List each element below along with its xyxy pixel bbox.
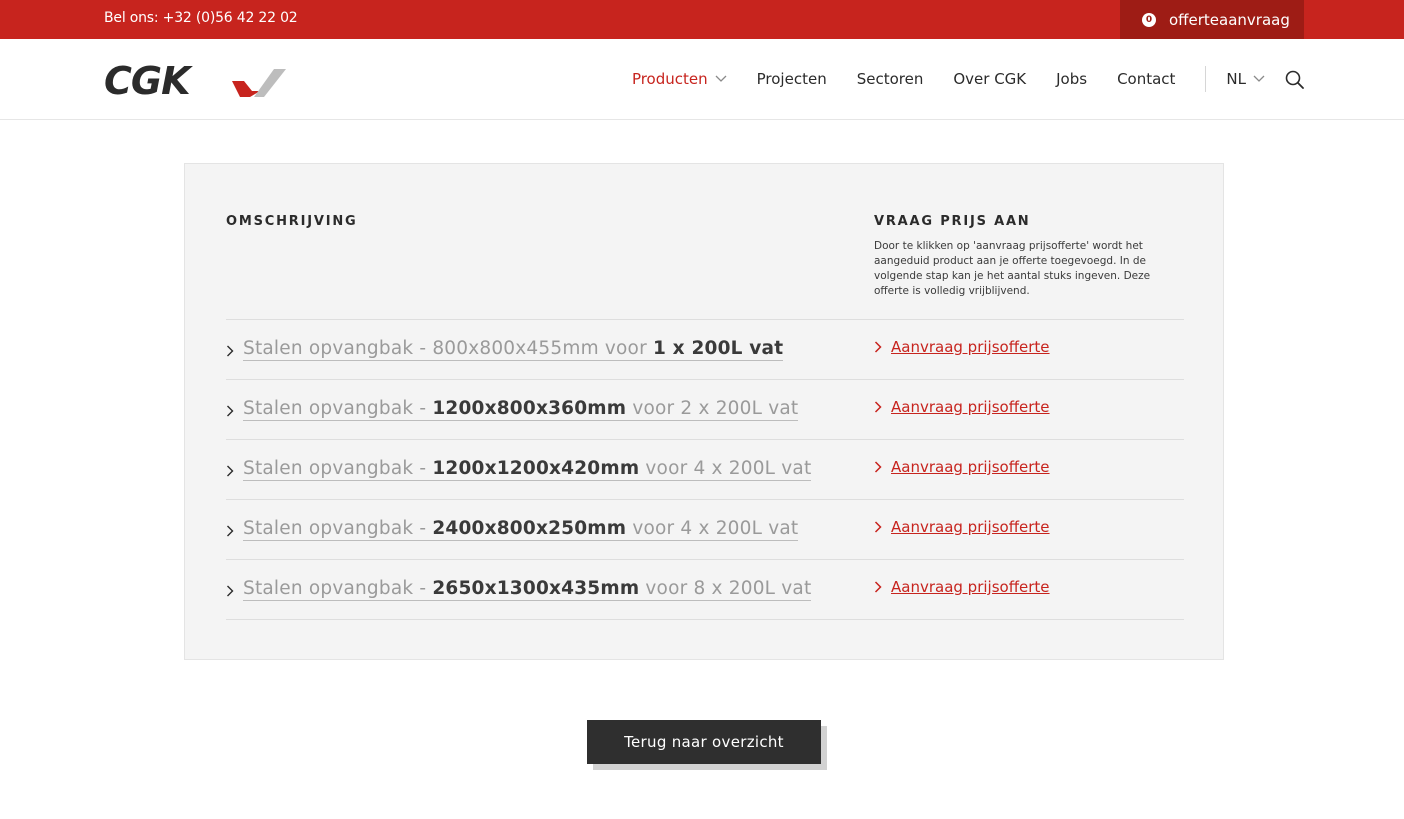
site-header: CGK Producten Projecten Sectoren Over CG… xyxy=(0,39,1404,120)
request-price-column-heading: VRAAG PRIJS AAN xyxy=(874,214,1031,229)
variant-title-link[interactable]: Stalen opvangbak - 2400x800x250mm voor 4… xyxy=(243,518,799,541)
variant-connector: voor xyxy=(626,398,681,419)
request-quote-link[interactable]: Aanvraag prijsofferte xyxy=(874,458,1050,476)
nav-item-over-cgk[interactable]: Over CGK xyxy=(953,70,1026,88)
quote-request-button[interactable]: 0 offerteaanvraag xyxy=(1120,0,1304,39)
variant-dimensions: 2650x1300x435mm xyxy=(432,578,640,599)
variant-prefix: Stalen opvangbak - xyxy=(243,578,433,599)
nav-item-label: Projecten xyxy=(756,70,827,88)
nav-item-jobs[interactable]: Jobs xyxy=(1056,70,1087,88)
table-row: Stalen opvangbak - 1200x800x360mm voor 2… xyxy=(226,380,1184,440)
chevron-right-icon xyxy=(227,345,234,357)
variant-capacity: 1 x 200L vat xyxy=(652,338,784,359)
variant-connector: voor xyxy=(598,338,653,359)
table-row: Stalen opvangbak - 1200x1200x420mm voor … xyxy=(226,440,1184,500)
nav-divider xyxy=(1205,66,1207,92)
variant-title-link[interactable]: Stalen opvangbak - 2650x1300x435mm voor … xyxy=(243,578,812,601)
variant-prefix: Stalen opvangbak - xyxy=(243,338,433,359)
chevron-right-icon xyxy=(227,405,234,417)
request-quote-label: Aanvraag prijsofferte xyxy=(891,458,1050,476)
back-to-overview-button[interactable]: Terug naar overzicht xyxy=(587,720,821,764)
cgk-logo[interactable]: CGK xyxy=(104,63,286,97)
chevron-right-icon xyxy=(874,581,882,593)
nav-item-producten[interactable]: Producten xyxy=(632,70,727,88)
nav-item-label: Over CGK xyxy=(953,70,1027,88)
chevron-right-icon xyxy=(874,521,882,533)
back-button-wrapper: Terug naar overzicht xyxy=(587,720,827,770)
variant-capacity: 8 x 200L vat xyxy=(693,578,812,599)
nav-item-sectoren[interactable]: Sectoren xyxy=(857,70,924,88)
variant-title-link[interactable]: Stalen opvangbak - 1200x1200x420mm voor … xyxy=(243,458,812,481)
main-navigation: Producten Projecten Sectoren Over CGK Jo… xyxy=(602,39,1304,119)
variant-capacity: 4 x 200L vat xyxy=(693,458,812,479)
variant-dimensions: 2400x800x250mm xyxy=(432,518,627,539)
description-column-heading: OMSCHRIJVING xyxy=(226,214,358,229)
variant-list: Stalen opvangbak - 800x800x455mm voor 1 … xyxy=(226,319,1184,620)
chevron-right-icon xyxy=(874,401,882,413)
chevron-right-icon xyxy=(227,525,234,537)
language-label: NL xyxy=(1226,70,1246,88)
nav-item-label: Producten xyxy=(631,70,708,88)
quote-request-label: offerteaanvraag xyxy=(1169,10,1290,29)
chevron-down-icon xyxy=(715,75,727,82)
request-quote-link[interactable]: Aanvraag prijsofferte xyxy=(874,578,1050,596)
search-icon[interactable] xyxy=(1285,70,1304,89)
chevron-down-icon xyxy=(1253,75,1265,82)
table-row: Stalen opvangbak - 800x800x455mm voor 1 … xyxy=(226,320,1184,380)
request-price-description: Door te klikken op 'aanvraag prijsoffert… xyxy=(874,240,1151,297)
logo-text: CGK xyxy=(104,63,193,97)
quote-count-badge: 0 xyxy=(1142,12,1156,27)
top-bar: Bel ons: +32 (0)56 42 22 02 0 offerteaan… xyxy=(0,0,1404,39)
language-selector[interactable]: NL xyxy=(1226,70,1265,88)
request-quote-link[interactable]: Aanvraag prijsofferte xyxy=(874,518,1050,536)
nav-item-contact[interactable]: Contact xyxy=(1117,70,1175,88)
variant-connector: voor xyxy=(626,518,681,539)
chevron-right-icon xyxy=(227,585,234,597)
chevron-right-icon xyxy=(874,461,882,473)
variant-prefix: Stalen opvangbak - xyxy=(243,458,433,479)
nav-item-label: Sectoren xyxy=(856,70,924,88)
request-quote-label: Aanvraag prijsofferte xyxy=(891,398,1050,416)
variant-dimensions: 1200x1200x420mm xyxy=(432,458,640,479)
variant-prefix: Stalen opvangbak - xyxy=(243,518,433,539)
request-quote-link[interactable]: Aanvraag prijsofferte xyxy=(874,338,1050,356)
nav-item-projecten[interactable]: Projecten xyxy=(757,70,827,88)
variant-connector: voor xyxy=(639,578,694,599)
variant-prefix: Stalen opvangbak - xyxy=(243,398,433,419)
variant-dimensions: 800x800x455mm xyxy=(432,338,599,359)
table-row: Stalen opvangbak - 2650x1300x435mm voor … xyxy=(226,560,1184,620)
nav-item-label: Jobs xyxy=(1056,70,1088,88)
phone-number[interactable]: Bel ons: +32 (0)56 42 22 02 xyxy=(104,10,298,26)
variant-capacity: 2 x 200L vat xyxy=(680,398,799,419)
request-quote-label: Aanvraag prijsofferte xyxy=(891,338,1050,356)
table-row: Stalen opvangbak - 2400x800x250mm voor 4… xyxy=(226,500,1184,560)
variant-title-link[interactable]: Stalen opvangbak - 800x800x455mm voor 1 … xyxy=(243,338,784,361)
request-quote-label: Aanvraag prijsofferte xyxy=(891,578,1050,596)
chevron-right-icon xyxy=(227,465,234,477)
request-quote-link[interactable]: Aanvraag prijsofferte xyxy=(874,398,1050,416)
chevron-right-icon xyxy=(874,341,882,353)
nav-item-label: Contact xyxy=(1117,70,1176,88)
variant-capacity: 4 x 200L vat xyxy=(680,518,799,539)
variant-dimensions: 1200x800x360mm xyxy=(432,398,627,419)
request-quote-label: Aanvraag prijsofferte xyxy=(891,518,1050,536)
variant-title-link[interactable]: Stalen opvangbak - 1200x800x360mm voor 2… xyxy=(243,398,799,421)
product-variants-panel: OMSCHRIJVING VRAAG PRIJS AAN Door te kli… xyxy=(184,163,1224,660)
variant-connector: voor xyxy=(639,458,694,479)
